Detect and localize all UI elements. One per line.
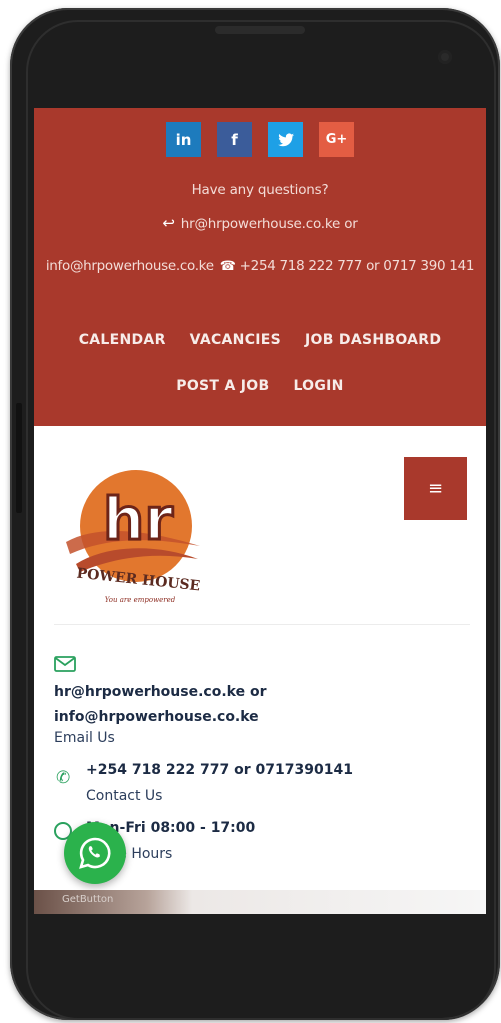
phone-screen: in f G+ Have any questions? ↩ hr@hrpowerh…: [34, 108, 486, 914]
whatsapp-icon: [79, 837, 111, 869]
logo-tagline: You are empowered: [105, 596, 176, 604]
contact-phones[interactable]: +254 718 222 777 or 0717390141: [86, 762, 486, 778]
contact-emails: hr@hrpowerhouse.co.ke or info@hrpowerhou…: [54, 680, 474, 730]
side-button: [16, 403, 22, 513]
top-bar: in f G+ Have any questions? ↩ hr@hrpowerh…: [34, 108, 486, 426]
facebook-icon[interactable]: f: [217, 122, 252, 157]
nav-post-a-job[interactable]: POST A JOB: [176, 378, 269, 394]
topbar-email-line: ↩ hr@hrpowerhouse.co.ke or: [34, 214, 486, 232]
main-nav-row-2: POST A JOB LOGIN: [34, 378, 486, 394]
reply-icon: ↩: [162, 214, 175, 232]
topbar-contact-line: info@hrpowerhouse.co.ke ☎ +254 718 222 777…: [34, 248, 486, 285]
whatsapp-button[interactable]: [64, 822, 126, 884]
nav-calendar[interactable]: CALENDAR: [79, 332, 166, 348]
contact-email-2[interactable]: info@hrpowerhouse.co.ke: [54, 705, 474, 730]
topbar-email-primary[interactable]: hr@hrpowerhouse.co.ke or: [181, 216, 358, 232]
hours-label: Office Hours: [86, 846, 173, 862]
logo-initials: hr: [103, 485, 173, 553]
front-camera: [438, 50, 452, 64]
email-label: Email Us: [54, 730, 115, 746]
office-hours: Mon-Fri 08:00 - 17:00: [86, 820, 256, 836]
googleplus-icon[interactable]: G+: [319, 122, 354, 157]
contact-email-1[interactable]: hr@hrpowerhouse.co.ke or: [54, 680, 474, 705]
nav-vacancies[interactable]: VACANCIES: [190, 332, 281, 348]
social-links: in f G+: [34, 122, 486, 157]
nav-login[interactable]: LOGIN: [293, 378, 343, 394]
menu-button[interactable]: ≡: [404, 457, 467, 520]
phone-label: Contact Us: [86, 788, 163, 804]
site-logo[interactable]: hr POWER HOUSE You are empowered: [58, 464, 208, 609]
topbar-phone[interactable]: +254 718 222 777 or 0717 390 141: [240, 258, 475, 274]
speaker-grille: [215, 26, 305, 34]
twitter-icon[interactable]: [268, 122, 303, 157]
header-divider: [54, 624, 470, 625]
getbutton-label[interactable]: GetButton: [62, 894, 113, 905]
page: in f G+ Have any questions? ↩ hr@hrpowerh…: [0, 0, 501, 1023]
hamburger-icon: ≡: [427, 478, 444, 499]
topbar-email-secondary[interactable]: info@hrpowerhouse.co.ke: [46, 258, 214, 274]
phone-green-icon: ✆: [56, 768, 71, 788]
main-nav-row-1: CALENDAR VACANCIES JOB DASHBOARD: [34, 332, 486, 348]
nav-job-dashboard[interactable]: JOB DASHBOARD: [305, 332, 441, 348]
linkedin-icon[interactable]: in: [166, 122, 201, 157]
questions-text: Have any questions?: [191, 182, 329, 198]
phone-icon: ☎: [219, 259, 236, 274]
mail-icon: [54, 656, 76, 676]
